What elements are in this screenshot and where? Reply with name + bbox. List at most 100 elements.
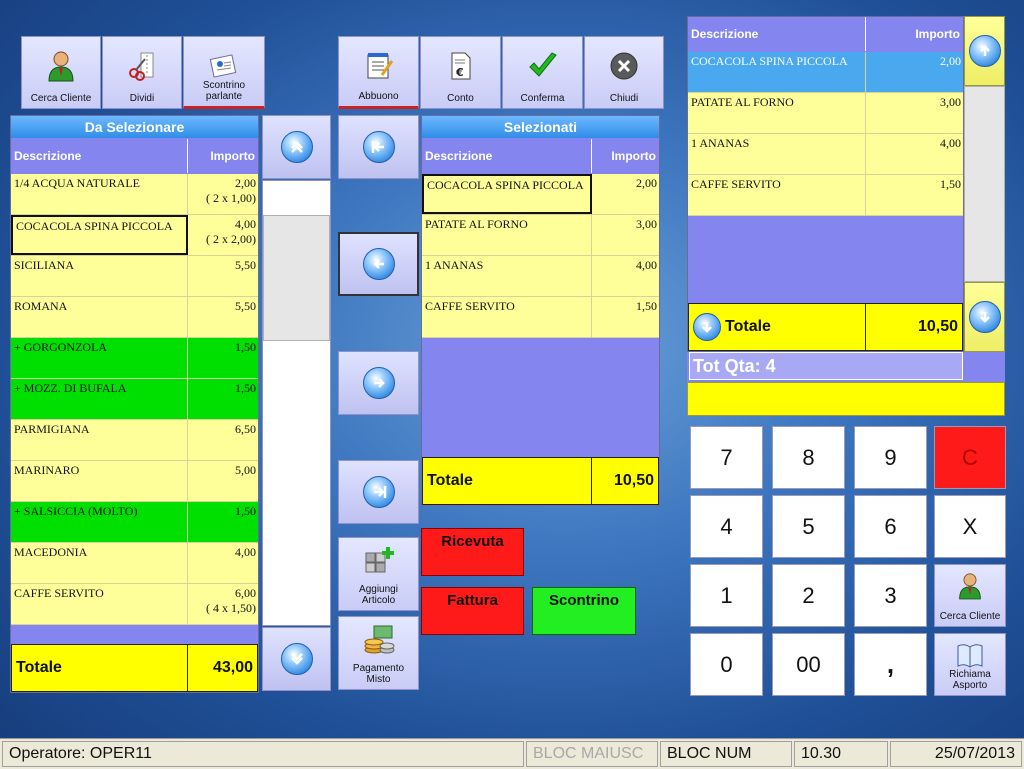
scroll-top-button[interactable]: [262, 115, 331, 179]
table-row[interactable]: + MOZZ. DI BUFALA 1,50: [11, 379, 258, 420]
selezionati-grid: Selezionati Descrizione Importo COCACOLA…: [421, 115, 660, 506]
row-description: + SALSICCIA (MOLTO): [11, 502, 188, 542]
abbuono-label: Abbuono: [358, 91, 399, 102]
table-row[interactable]: + GORGONZOLA 1,50: [11, 338, 258, 379]
total-label: Totale: [689, 304, 866, 350]
key-2[interactable]: 2: [772, 564, 845, 627]
table-row[interactable]: PATATE AL FORNO 3,00: [422, 215, 659, 256]
key-0[interactable]: 0: [690, 633, 763, 696]
row-description: + GORGONZOLA: [11, 338, 188, 378]
row-price: 4,00: [592, 256, 659, 296]
table-row[interactable]: + SALSICCIA (MOLTO) 1,50: [11, 502, 258, 543]
key-7-label: 7: [720, 444, 733, 470]
conto-scroll-up-button[interactable]: [964, 16, 1005, 86]
row-price: 1,50: [188, 502, 258, 542]
table-row[interactable]: 1/4 ACQUA NATURALE 2,00( 2 x 1,00): [11, 174, 258, 215]
table-row[interactable]: CAFFE SERVITO 1,50: [422, 297, 659, 338]
key-1[interactable]: 1: [690, 564, 763, 627]
row-quantity: ( 2 x 2,00): [206, 232, 256, 246]
coins-icon: [362, 623, 396, 657]
abbuono-button[interactable]: Abbuono: [338, 36, 419, 109]
key-5-label: 5: [802, 513, 815, 539]
row-quantity: ( 2 x 1,00): [206, 191, 256, 205]
row-price-value: 4,00: [235, 545, 256, 559]
row-description: MARINARO: [11, 461, 188, 501]
total-label: Totale: [423, 458, 592, 504]
key-clear-label: C: [962, 444, 978, 470]
key-5[interactable]: 5: [772, 495, 845, 558]
conto-scroll-down-button[interactable]: [964, 282, 1005, 352]
conto-scroll-track[interactable]: [964, 86, 1005, 282]
cerca-cliente-button[interactable]: Cerca Cliente: [21, 36, 101, 109]
key-9[interactable]: 9: [854, 426, 927, 489]
scroll-thumb[interactable]: [263, 215, 330, 341]
move-all-right-button[interactable]: [338, 460, 419, 524]
col-descrizione: Descrizione: [688, 17, 866, 51]
conto-grid: Descrizione Importo COCACOLA SPINA PICCO…: [687, 16, 964, 352]
row-price: 5,50: [188, 297, 258, 337]
scissors-split-icon: [125, 49, 159, 83]
tot-qta-label: Tot Qta: 4: [689, 352, 963, 380]
key-8[interactable]: 8: [772, 426, 845, 489]
move-right-button[interactable]: [338, 351, 419, 415]
scontrino-parlante-label: Scontrino parlante: [202, 80, 246, 102]
row-price-value: 4,00: [940, 136, 961, 150]
key-3[interactable]: 3: [854, 564, 927, 627]
add-item-icon: [362, 544, 396, 578]
row-price-value: 3,00: [940, 95, 961, 109]
table-row[interactable]: CAFFE SERVITO 1,50: [688, 175, 963, 216]
arrow-right-bar-icon: [362, 476, 395, 508]
table-row[interactable]: COCACOLA SPINA PICCOLA 2,00: [422, 174, 659, 215]
move-all-left-button[interactable]: [338, 115, 419, 179]
row-price-value: 2,00: [636, 176, 657, 190]
table-row[interactable]: MARINARO 5,00: [11, 461, 258, 502]
key-1-label: 1: [720, 582, 733, 608]
scroll-bottom-button[interactable]: [262, 627, 331, 691]
richiama-asporto-button[interactable]: Richiama Asporto: [934, 633, 1006, 696]
dividi-button[interactable]: Dividi: [102, 36, 182, 109]
table-row[interactable]: ROMANA 5,50: [11, 297, 258, 338]
table-row[interactable]: PARMIGIANA 6,50: [11, 420, 258, 461]
key-multiply-label: X: [962, 513, 978, 539]
key-00[interactable]: 00: [772, 633, 845, 696]
arrow-down-icon: [968, 301, 1001, 333]
scontrino-parlante-button[interactable]: Scontrino parlante: [183, 36, 265, 109]
key-comma[interactable]: ,: [854, 633, 927, 696]
conferma-button[interactable]: Conferma: [502, 36, 583, 109]
table-row[interactable]: COCACOLA SPINA PICCOLA 4,00( 2 x 2,00): [11, 215, 258, 256]
key-2-label: 2: [802, 582, 815, 608]
da-selezionare-grid: Da Selezionare Descrizione Importo 1/4 A…: [10, 115, 259, 693]
key-7[interactable]: 7: [690, 426, 763, 489]
row-price-value: 4,00: [636, 258, 657, 272]
table-row[interactable]: 1 ANANAS 4,00: [688, 134, 963, 175]
conto-button[interactable]: € Conto: [420, 36, 501, 109]
table-row[interactable]: MACEDONIA 4,00: [11, 543, 258, 584]
arrow-down-icon[interactable]: [693, 313, 721, 341]
table-row[interactable]: SICILIANA 5,50: [11, 256, 258, 297]
key-4[interactable]: 4: [690, 495, 763, 558]
chiudi-button[interactable]: Chiudi: [584, 36, 664, 109]
row-description: ROMANA: [11, 297, 188, 337]
key-multiply[interactable]: X: [934, 495, 1006, 558]
table-row[interactable]: PATATE AL FORNO 3,00: [688, 93, 963, 134]
arrow-up-icon: [968, 35, 1001, 67]
move-left-button[interactable]: [338, 232, 419, 296]
row-price: 1,50: [866, 175, 963, 215]
pagamento-misto-button[interactable]: Pagamento Misto: [338, 616, 419, 690]
aggiungi-articolo-button[interactable]: Aggiungi Articolo: [338, 537, 419, 611]
richiama-asporto-label: Richiama Asporto: [949, 669, 991, 691]
key-clear[interactable]: C: [934, 426, 1006, 489]
fattura-button[interactable]: Fattura: [421, 587, 524, 635]
key-6[interactable]: 6: [854, 495, 927, 558]
total-label: Totale: [12, 645, 188, 691]
table-row[interactable]: 1 ANANAS 4,00: [422, 256, 659, 297]
conto-label: Conto: [447, 93, 474, 104]
arrow-left-bar-icon: [362, 131, 395, 163]
table-row[interactable]: CAFFE SERVITO 6,00( 4 x 1,50): [11, 584, 258, 625]
table-row[interactable]: COCACOLA SPINA PICCOLA 2,00: [688, 52, 963, 93]
scroll-track[interactable]: [262, 180, 331, 626]
ricevuta-button[interactable]: Ricevuta: [421, 528, 524, 576]
scontrino-button[interactable]: Scontrino: [532, 587, 636, 635]
keypad-cerca-cliente-button[interactable]: Cerca Cliente: [934, 564, 1006, 627]
close-icon: [607, 49, 641, 83]
